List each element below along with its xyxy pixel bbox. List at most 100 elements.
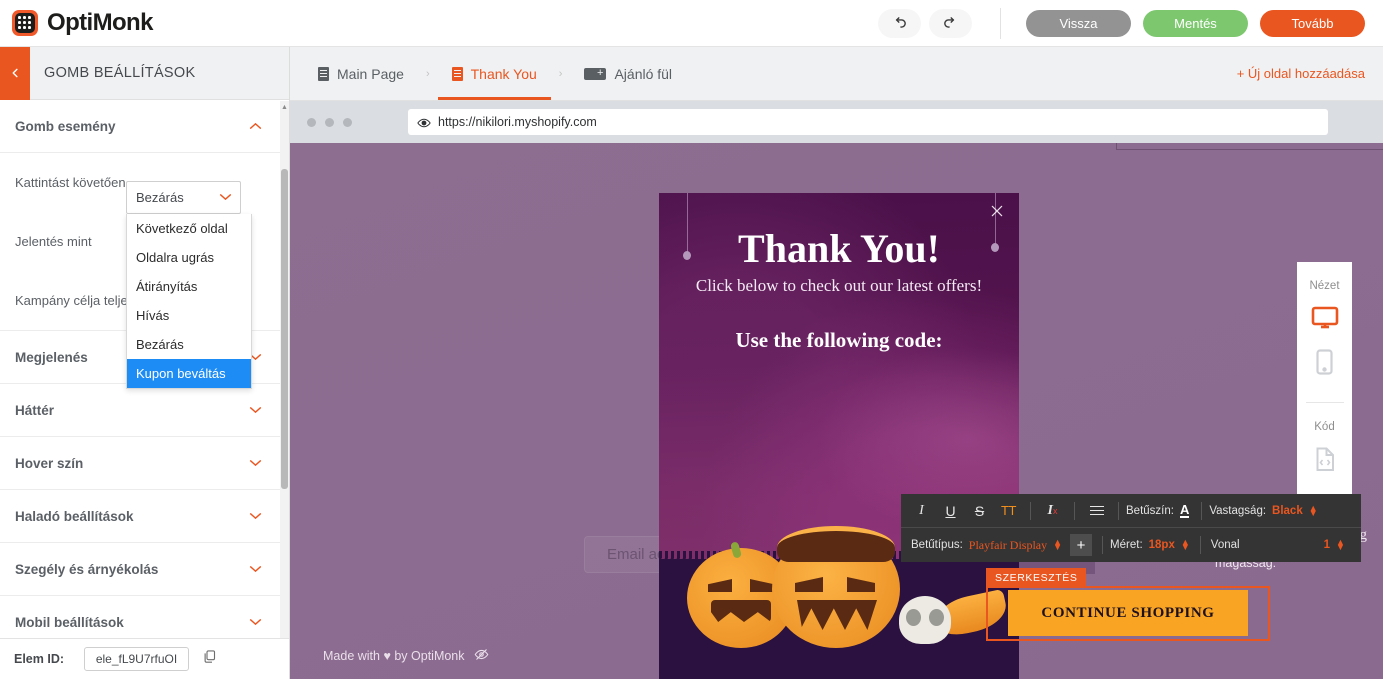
continue-shopping-button[interactable]: CONTINUE SHOPPING [1008, 590, 1248, 636]
dropdown-option-close[interactable]: Bezárás [127, 330, 251, 359]
section-label: Gomb esemény [15, 118, 116, 134]
section-label: Mobil beállítások [15, 614, 124, 630]
uppercase-button[interactable]: TT [994, 494, 1023, 528]
sidebar-section-hover-color[interactable]: Hover szín [0, 437, 282, 490]
mobile-view-button[interactable] [1316, 349, 1333, 380]
add-font-button[interactable]: + [1070, 534, 1093, 556]
copy-icon[interactable] [202, 649, 217, 669]
sidebar-scrollbar[interactable]: ▲ ▼ [280, 101, 289, 679]
preview-canvas: https://nikilori.myshopify.com Email ac … [290, 101, 1383, 679]
element-id-bar: Elem ID: ele_fL9U7rfuOI [0, 638, 289, 679]
sidebar-section-background[interactable]: Háttér [0, 384, 282, 437]
code-label: Kód [1314, 421, 1335, 433]
back-button[interactable]: Vissza [1026, 10, 1131, 37]
popup-close-button[interactable] [987, 203, 1007, 223]
tab-main-page[interactable]: Main Page [316, 47, 406, 100]
history-controls [878, 9, 972, 38]
tab-thank-you[interactable]: Thank You [437, 47, 551, 100]
mobile-icon [1316, 349, 1333, 375]
branding-text: Made with ♥ by OptiMonk [323, 649, 465, 663]
font-family-value[interactable]: Playfair Display [969, 538, 1047, 553]
element-id-input[interactable]: ele_fL9U7rfuOI [84, 647, 190, 671]
chevron-down-icon [219, 192, 232, 204]
desktop-view-button[interactable] [1311, 306, 1339, 335]
chevron-down-icon [249, 562, 262, 576]
dropdown-option-redeem-coupon[interactable]: Kupon beváltás [127, 359, 251, 388]
section-label: Haladó beállítások [15, 508, 134, 524]
align-icon [1089, 505, 1104, 516]
dropdown-option-next-page[interactable]: Következő oldal [127, 214, 251, 243]
logo-text: OptiMonk [47, 9, 153, 36]
code-section: Kód [1297, 403, 1352, 477]
dropdown-option-call[interactable]: Hívás [127, 301, 251, 330]
toolbar-row-font: Betűtípus: Playfair Display ▲ ▼ + Méret: … [901, 528, 1361, 562]
redo-icon [944, 17, 955, 28]
field-label: Jelentés mint [15, 234, 92, 249]
undo-button[interactable] [878, 9, 921, 38]
weight-stepper[interactable]: ▲ ▼ [1309, 503, 1318, 517]
font-color-label: Betűszín: [1126, 504, 1174, 517]
scrollbar-thumb[interactable] [281, 169, 288, 489]
top-bar: OptiMonk Vissza Mentés Tovább [0, 0, 1383, 47]
view-label: Nézet [1309, 280, 1340, 292]
eye-off-icon[interactable] [474, 647, 489, 665]
underline-button[interactable]: U [936, 494, 965, 528]
dropdown-trigger[interactable]: Bezárás [126, 181, 241, 214]
clear-format-button[interactable]: Ix [1038, 494, 1067, 528]
toolbar-divider [1000, 8, 1001, 39]
line-height-stepper[interactable]: ▲ ▼ [1336, 538, 1345, 552]
window-dots-icon [307, 117, 352, 127]
code-view-button[interactable] [1315, 447, 1335, 477]
page-icon [318, 66, 329, 81]
top-action-buttons: Vissza Mentés Tovább [1026, 10, 1365, 37]
align-button[interactable] [1082, 494, 1111, 528]
pumpkin-open-top [777, 526, 895, 562]
strikethrough-button[interactable]: S [965, 494, 994, 528]
weight-value[interactable]: Black [1272, 505, 1303, 517]
font-family-stepper[interactable]: ▲ ▼ [1053, 538, 1062, 552]
desktop-icon [1311, 306, 1338, 329]
size-stepper[interactable]: ▲ ▼ [1181, 538, 1190, 552]
chevron-down-icon [249, 615, 262, 629]
optimonk-logo[interactable]: OptiMonk [12, 9, 153, 37]
next-button[interactable]: Tovább [1260, 10, 1365, 37]
teaser-tab-icon [584, 66, 607, 80]
scroll-up-arrow[interactable]: ▲ [280, 101, 289, 113]
email-placeholder: Email ac [607, 546, 665, 563]
line-height-value[interactable]: 1 [1324, 539, 1330, 551]
editor-root: OptiMonk Vissza Mentés Tovább GOMB BEÁLL… [0, 0, 1383, 679]
add-page-button[interactable]: + Új oldal hozzáadása [1237, 66, 1365, 81]
italic-button[interactable]: I [907, 494, 936, 528]
tab-label: Ajánló fül [614, 65, 673, 82]
campaign-preview: Email ac TIFY ME magasság: ng Made with … [290, 143, 1383, 679]
device-view-panel: Nézet Kód [1297, 262, 1352, 521]
sidebar-section-border-shadow[interactable]: Szegély és árnyékolás [0, 543, 282, 596]
url-bar[interactable]: https://nikilori.myshopify.com [408, 109, 1328, 135]
page-tab-bar: Main Page › Thank You › Ajánló fül + Új … [290, 47, 1383, 101]
font-color-A-icon[interactable]: A [1179, 503, 1190, 518]
chevron-left-icon [12, 68, 18, 78]
dropdown-option-jump-to-page[interactable]: Oldalra ugrás [127, 243, 251, 272]
edit-badge[interactable]: SZERKESZTÉS [986, 568, 1087, 587]
page-icon [451, 66, 463, 81]
redo-button[interactable] [929, 9, 972, 38]
sidebar-section-advanced[interactable]: Haladó beállítások [0, 490, 282, 543]
section-label: Megjelenés [15, 349, 88, 365]
sidebar-back-button[interactable] [0, 46, 30, 100]
save-button[interactable]: Mentés [1143, 10, 1248, 37]
tab-separator: › [558, 67, 563, 80]
undo-icon [895, 17, 906, 28]
chevron-down-icon [249, 456, 262, 470]
tab-teaser[interactable]: Ajánló fül [582, 47, 674, 100]
tab-separator: › [425, 67, 430, 80]
view-section: Nézet [1297, 262, 1352, 380]
dropdown-option-redirect[interactable]: Átirányítás [127, 272, 251, 301]
element-id-label: Elem ID: [14, 652, 65, 666]
optimonk-branding: Made with ♥ by OptiMonk [323, 647, 489, 665]
popup-title: Thank You! [738, 226, 940, 271]
dropdown-selected-value: Bezárás [136, 190, 184, 205]
eye-icon [417, 116, 431, 129]
sidebar-section-button-event[interactable]: Gomb esemény [0, 100, 282, 153]
size-value[interactable]: 18px [1149, 539, 1175, 551]
field-label: Kampány célja telje [15, 293, 128, 308]
